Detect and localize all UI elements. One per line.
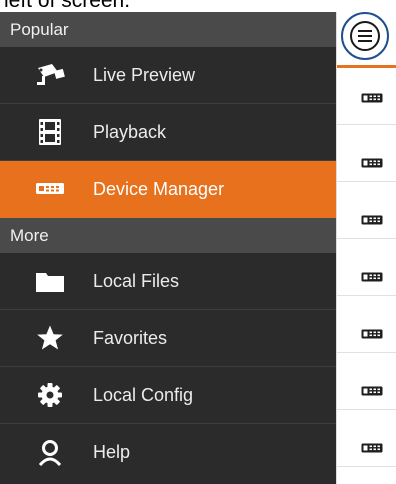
dvr-icon [361, 326, 383, 339]
menu-toggle-button[interactable] [341, 12, 389, 60]
caption-text: left of screen. [4, 0, 131, 12]
section-header-popular: Popular [0, 12, 336, 47]
film-icon [33, 117, 67, 147]
device-list-item[interactable] [337, 125, 396, 182]
menu-item-label: Local Files [93, 270, 180, 291]
menu-item-label: Playback [93, 121, 167, 142]
caption-strip: left of screen. [0, 0, 396, 12]
navigation-drawer: Popular Live Preview Playback Device Man… [0, 12, 336, 484]
dvr-icon [361, 269, 383, 282]
camera-icon [33, 60, 67, 90]
device-list-item[interactable] [337, 239, 396, 296]
menu-item-playback[interactable]: Playback [0, 104, 336, 161]
device-list-item[interactable] [337, 182, 396, 239]
device-list-item[interactable] [337, 296, 396, 353]
hamburger-menu-icon [350, 21, 380, 51]
menu-item-label: Device Manager [93, 178, 225, 199]
dvr-icon [361, 212, 383, 225]
dvr-icon [361, 440, 383, 453]
dvr-icon [361, 383, 383, 396]
device-list-item[interactable] [337, 410, 396, 467]
star-icon [33, 323, 67, 353]
dvr-icon [361, 90, 383, 103]
person-icon [33, 438, 67, 468]
dvr-icon [33, 174, 67, 204]
device-list-item[interactable] [337, 68, 396, 125]
menu-item-device-manager[interactable]: Device Manager [0, 161, 336, 218]
menu-item-label: Local Config [93, 384, 194, 405]
menu-item-label: Live Preview [93, 64, 196, 85]
menu-item-local-files[interactable]: Local Files [0, 253, 336, 310]
device-list-panel [336, 12, 396, 484]
section-header-more: More [0, 218, 336, 253]
menu-item-favorites[interactable]: Favorites [0, 310, 336, 367]
menu-item-label: Favorites [93, 327, 168, 348]
device-list-item[interactable] [337, 353, 396, 410]
gear-icon [33, 380, 67, 410]
folder-icon [33, 266, 67, 296]
menu-item-label: Help [93, 442, 131, 462]
dvr-icon [361, 155, 383, 168]
menu-item-local-config[interactable]: Local Config [0, 367, 336, 424]
menu-item-live-preview[interactable]: Live Preview [0, 47, 336, 104]
menu-item-help[interactable]: Help [0, 424, 336, 481]
